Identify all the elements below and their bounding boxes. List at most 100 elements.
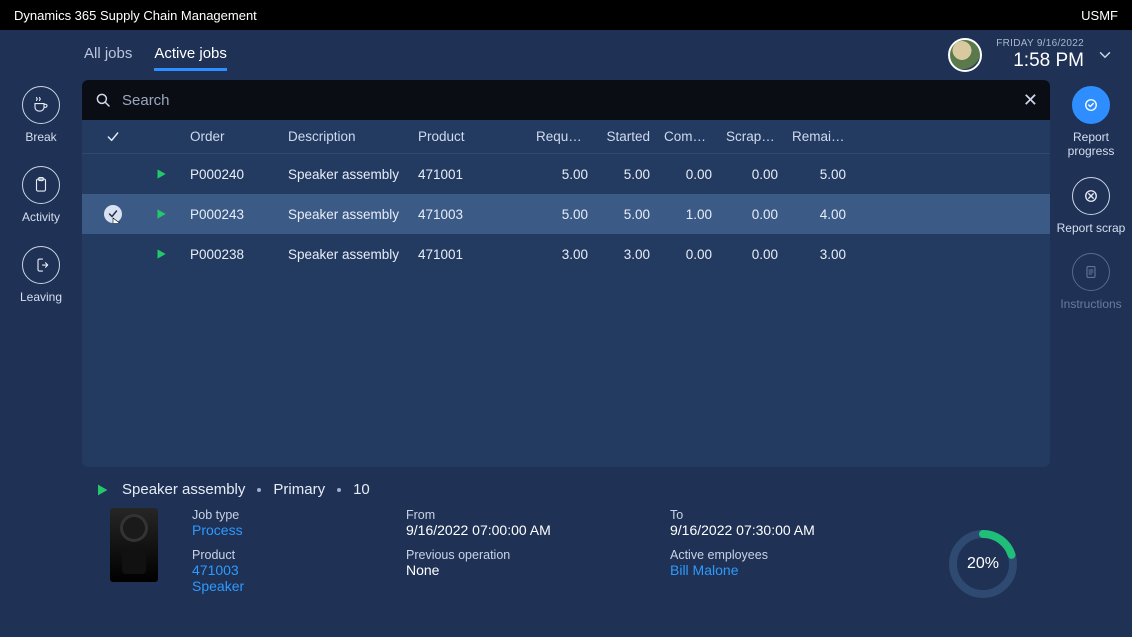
cell-remaining: 4.00 <box>788 207 856 222</box>
activity-label: Activity <box>22 210 60 224</box>
cell-started: 5.00 <box>598 207 660 222</box>
product-id-value[interactable]: 471003 <box>192 562 372 578</box>
exit-icon <box>22 246 60 284</box>
tab-active-jobs[interactable]: Active jobs <box>154 39 227 71</box>
app-title: Dynamics 365 Supply Chain Management <box>14 8 257 23</box>
cell-product: 471001 <box>414 247 532 262</box>
instructions-button[interactable]: Instructions <box>1060 253 1121 311</box>
avatar[interactable] <box>948 38 982 72</box>
coffee-icon <box>22 86 60 124</box>
cell-scrapped: 0.00 <box>722 247 788 262</box>
col-order[interactable]: Order <box>186 129 284 144</box>
title-bar: Dynamics 365 Supply Chain Management USM… <box>0 0 1132 30</box>
report-scrap-label: Report scrap <box>1057 221 1126 235</box>
search-input[interactable] <box>122 92 1013 109</box>
play-button[interactable] <box>136 207 186 221</box>
search-icon <box>94 91 112 109</box>
clock: FRIDAY 9/16/2022 1:58 PM <box>996 38 1084 73</box>
prev-op-value: None <box>406 562 636 578</box>
job-tabs: All jobs Active jobs <box>84 39 227 71</box>
clipboard-icon <box>22 166 60 204</box>
leaving-button[interactable]: Leaving <box>20 246 62 304</box>
from-label: From <box>406 508 636 522</box>
emp-value[interactable]: Bill Malone <box>670 562 870 578</box>
play-icon[interactable] <box>94 482 110 498</box>
table-row[interactable]: P000238Speaker assembly4710013.003.000.0… <box>82 234 1050 274</box>
detail-name: Speaker assembly <box>122 481 245 498</box>
document-icon <box>1072 253 1110 291</box>
cell-product: 471001 <box>414 167 532 182</box>
col-description[interactable]: Description <box>284 129 414 144</box>
col-remaining[interactable]: Remain... <box>788 129 856 144</box>
emp-label: Active employees <box>670 548 870 562</box>
progress-percent: 20% <box>946 527 1020 601</box>
scrap-icon <box>1072 177 1110 215</box>
detail-body: Job type Process Product 471003 Speaker … <box>82 508 1050 594</box>
jobs-grid: Order Description Product Reques... Star… <box>82 120 1050 467</box>
tab-all-jobs[interactable]: All jobs <box>84 39 132 71</box>
left-rail: Break Activity Leaving <box>0 80 82 304</box>
col-completed[interactable]: Comple... <box>660 129 722 144</box>
table-row[interactable]: P000243Speaker assembly4710035.005.001.0… <box>82 194 1050 234</box>
activity-button[interactable]: Activity <box>22 166 60 224</box>
cell-requested: 5.00 <box>532 207 598 222</box>
table-row[interactable]: P000240Speaker assembly4710015.005.000.0… <box>82 154 1050 194</box>
product-label: Product <box>192 548 372 562</box>
col-scrapped[interactable]: Scrapped <box>722 129 788 144</box>
instructions-label: Instructions <box>1060 297 1121 311</box>
detail-header: Speaker assembly Primary 10 <box>82 477 1050 508</box>
to-value: 9/16/2022 07:30:00 AM <box>670 522 870 538</box>
progress-ring: 20% <box>946 527 1020 601</box>
grid-header: Order Description Product Reques... Star… <box>82 120 1050 154</box>
company-code: USMF <box>1081 8 1118 23</box>
cell-description: Speaker assembly <box>284 167 414 182</box>
cell-remaining: 3.00 <box>788 247 856 262</box>
cell-completed: 0.00 <box>660 247 722 262</box>
prev-op-label: Previous operation <box>406 548 636 562</box>
progress-icon <box>1072 86 1110 124</box>
cell-order: P000238 <box>186 247 284 262</box>
report-progress-button[interactable]: Report progress <box>1050 86 1132 159</box>
clock-date: FRIDAY 9/16/2022 <box>996 38 1084 50</box>
break-button[interactable]: Break <box>22 86 60 144</box>
cell-remaining: 5.00 <box>788 167 856 182</box>
cell-scrapped: 0.00 <box>722 207 788 222</box>
cell-completed: 1.00 <box>660 207 722 222</box>
detail-tag: Primary <box>273 481 325 498</box>
cell-requested: 5.00 <box>532 167 598 182</box>
report-progress-label: Report progress <box>1050 130 1132 159</box>
cell-product: 471003 <box>414 207 532 222</box>
cell-requested: 3.00 <box>532 247 598 262</box>
col-product[interactable]: Product <box>414 129 532 144</box>
play-button[interactable] <box>136 167 186 181</box>
cell-started: 3.00 <box>598 247 660 262</box>
cell-order: P000243 <box>186 207 284 222</box>
right-rail: Report progress Report scrap Instruction… <box>1050 80 1132 312</box>
cell-order: P000240 <box>186 167 284 182</box>
from-value: 9/16/2022 07:00:00 AM <box>406 522 636 538</box>
job-type-value[interactable]: Process <box>192 522 372 538</box>
cell-scrapped: 0.00 <box>722 167 788 182</box>
report-scrap-button[interactable]: Report scrap <box>1057 177 1126 235</box>
top-row: All jobs Active jobs FRIDAY 9/16/2022 1:… <box>0 30 1132 80</box>
main-panel: ✕ Order Description Product Reques... St… <box>82 80 1050 467</box>
play-button[interactable] <box>136 247 186 261</box>
job-type-label: Job type <box>192 508 372 522</box>
leaving-label: Leaving <box>20 290 62 304</box>
col-requested[interactable]: Reques... <box>532 129 598 144</box>
cell-completed: 0.00 <box>660 167 722 182</box>
clock-time: 1:58 PM <box>996 50 1084 73</box>
detail-panel: Speaker assembly Primary 10 Job type Pro… <box>82 477 1050 627</box>
select-all-header[interactable] <box>90 129 136 145</box>
detail-qty: 10 <box>353 481 370 498</box>
cell-description: Speaker assembly <box>284 207 414 222</box>
chevron-down-icon[interactable] <box>1096 46 1114 64</box>
clear-search-icon[interactable]: ✕ <box>1023 90 1038 111</box>
cell-started: 5.00 <box>598 167 660 182</box>
product-name-value[interactable]: Speaker <box>192 578 372 594</box>
search-bar: ✕ <box>82 80 1050 120</box>
row-check-icon[interactable] <box>104 205 122 223</box>
col-started[interactable]: Started <box>598 129 660 144</box>
break-label: Break <box>25 130 56 144</box>
product-thumbnail <box>110 508 158 582</box>
